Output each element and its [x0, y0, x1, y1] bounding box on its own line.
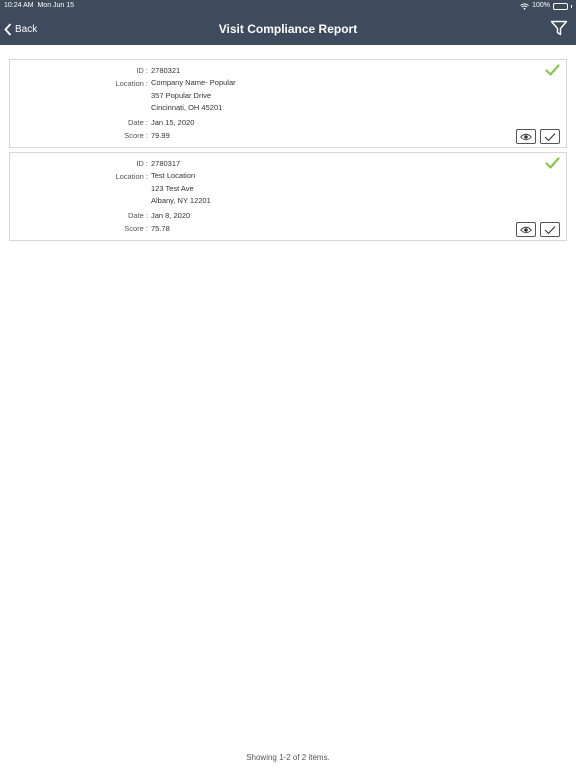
filter-icon[interactable]: [550, 19, 568, 37]
score-label: Score :: [124, 224, 148, 233]
id-value: 2780321: [151, 66, 181, 75]
location-label: Location :: [115, 79, 148, 88]
eye-icon: [520, 133, 532, 140]
date-label: Date :: [127, 118, 148, 127]
date-value: Jan 15, 2020: [151, 118, 195, 127]
location-line: 123 Test Ave: [151, 183, 194, 193]
navigation-bar: 10:24 AM Mon Jun 15 100% Back Visit Comp…: [0, 0, 576, 45]
date-label: Date :: [127, 211, 148, 220]
approve-button[interactable]: [540, 129, 560, 144]
report-card[interactable]: ID : 2780317 Location : Test Location 12…: [9, 152, 567, 241]
location-row: Location :: [10, 77, 566, 90]
id-label: ID :: [136, 159, 148, 168]
back-label: Back: [15, 23, 38, 35]
battery-percent: 100%: [532, 2, 550, 9]
back-button[interactable]: Back: [4, 19, 37, 39]
location-line: Albany, NY 12201: [151, 196, 211, 206]
score-row: Score : 79.99: [10, 129, 566, 142]
status-date: Mon Jun 15: [37, 2, 75, 9]
id-label: ID :: [136, 66, 148, 75]
id-row: ID : 2780321: [10, 64, 566, 77]
approve-button[interactable]: [540, 222, 560, 237]
date-row: Date : Jan 15, 2020: [10, 116, 566, 129]
eye-icon: [520, 226, 532, 233]
location-line: 357 Popular Drive: [151, 90, 212, 100]
location-row: Location :: [10, 170, 566, 183]
status-time-value: 10:24 AM: [4, 2, 34, 9]
location-label: Location :: [115, 172, 148, 181]
id-value: 2780317: [151, 159, 181, 168]
date-row: Date : Jan 8, 2020: [10, 209, 566, 222]
status-indicators: 100%: [520, 0, 572, 12]
view-button[interactable]: [516, 129, 536, 144]
location-value: Test Location 123 Test Ave Albany, NY 12…: [151, 170, 211, 208]
report-card[interactable]: ID : 2780321 Location : Company Name- Po…: [9, 59, 567, 148]
checkmark-icon: [544, 225, 556, 234]
score-value: 75.78: [151, 224, 170, 233]
status-time: 10:24 AM Mon Jun 15: [4, 0, 74, 12]
location-line: Company Name- Popular: [151, 78, 236, 87]
id-row: ID : 2780317: [10, 157, 566, 170]
location-line: Test Location: [151, 171, 196, 180]
location-line: Cincinnati, OH 45201: [151, 103, 223, 113]
date-value: Jan 8, 2020: [151, 211, 191, 220]
battery-icon: [553, 2, 568, 10]
view-button[interactable]: [516, 222, 536, 237]
score-label: Score :: [124, 131, 148, 140]
completed-check-icon: [545, 157, 560, 169]
checkmark-icon: [544, 132, 556, 141]
completed-check-icon: [545, 64, 560, 76]
location-value: Company Name- Popular 357 Popular Drive …: [151, 77, 236, 115]
page-title: Visit Compliance Report: [218, 22, 358, 36]
wifi-icon: [520, 2, 529, 10]
status-bar: 10:24 AM Mon Jun 15 100%: [0, 0, 576, 12]
score-row: Score : 75.78: [10, 222, 566, 235]
score-value: 79.99: [151, 131, 170, 140]
chevron-left-icon: [4, 22, 12, 36]
pagination-summary: Showing 1-2 of 2 items.: [246, 753, 330, 762]
